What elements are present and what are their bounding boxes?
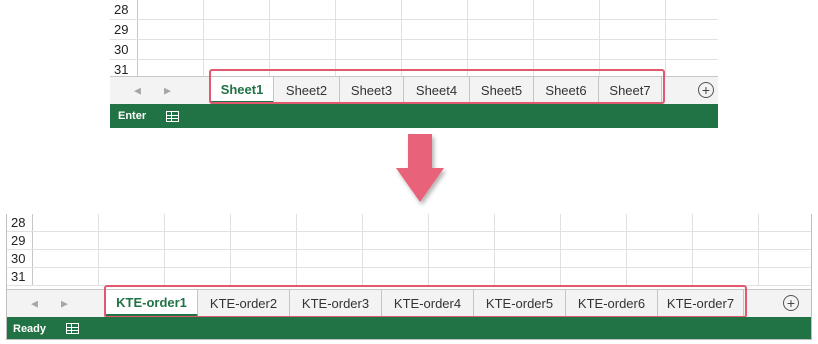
grid-row: 29 [110, 20, 718, 40]
excel-window-after: 28 29 30 31 ◀ ▶ KTE-order1 KTE-order2 KT… [6, 214, 812, 340]
row-header[interactable]: 28 [110, 0, 138, 19]
sheet-tab[interactable]: Sheet3 [340, 77, 404, 104]
column-gridline [494, 214, 495, 286]
sheet-tab[interactable]: KTE-order3 [290, 290, 382, 317]
sheet-tab[interactable]: Sheet4 [404, 77, 470, 104]
status-bar: Enter [110, 104, 718, 128]
row-header[interactable]: 30 [7, 250, 33, 267]
sheet-tab-bar: ◀ ▶ KTE-order1 KTE-order2 KTE-order3 KTE… [7, 289, 811, 317]
sheet-tab-active[interactable]: KTE-order1 [106, 290, 198, 317]
column-gridline [533, 0, 534, 80]
row-header[interactable]: 31 [7, 268, 33, 285]
sheet-tab[interactable]: Sheet5 [470, 77, 534, 104]
column-gridline [164, 214, 165, 286]
column-gridline [98, 214, 99, 286]
sheet-tab[interactable]: Sheet7 [599, 77, 662, 104]
sheet-tab-bar: ◀ ▶ Sheet1 Sheet2 Sheet3 Sheet4 Sheet5 S… [110, 76, 718, 104]
column-gridline [665, 0, 666, 80]
scroll-tabs-right-icon[interactable]: ▶ [164, 85, 171, 96]
column-gridline [230, 214, 231, 286]
new-sheet-button[interactable]: + [698, 82, 714, 98]
column-gridline [692, 214, 693, 286]
sheet-tab[interactable]: Sheet2 [274, 77, 340, 104]
worksheet-grid: 28 29 30 31 [7, 214, 811, 286]
grid-row: 31 [7, 268, 811, 286]
grid-row: 30 [7, 250, 811, 268]
column-gridline [758, 214, 759, 286]
row-header[interactable]: 30 [110, 40, 138, 59]
scroll-tabs-left-icon[interactable]: ◀ [134, 85, 141, 96]
grid-row: 29 [7, 232, 811, 250]
down-arrow-icon [392, 130, 448, 210]
sheet-tab[interactable]: KTE-order5 [474, 290, 566, 317]
sheet-tabs: KTE-order1 KTE-order2 KTE-order3 KTE-ord… [106, 290, 744, 317]
column-gridline [362, 214, 363, 286]
row-header[interactable]: 29 [110, 20, 138, 39]
grid-row: 30 [110, 40, 718, 60]
scroll-tabs-right-icon[interactable]: ▶ [61, 298, 68, 309]
sheet-tabs: Sheet1 Sheet2 Sheet3 Sheet4 Sheet5 Sheet… [211, 77, 662, 104]
column-gridline [599, 0, 600, 80]
column-gridline [401, 0, 402, 80]
sheet-tab[interactable]: KTE-order2 [198, 290, 290, 317]
column-gridline [335, 0, 336, 80]
status-text: Enter [118, 110, 147, 122]
sheet-tab[interactable]: KTE-order6 [566, 290, 658, 317]
scroll-tabs-left-icon[interactable]: ◀ [31, 298, 38, 309]
excel-window-before: 28 29 30 31 ◀ ▶ Sheet1 Sheet2 Sheet3 She… [110, 0, 718, 128]
grid-row: 28 [110, 0, 718, 20]
status-text: Ready [13, 322, 47, 335]
sheet-tab[interactable]: KTE-order7 [658, 290, 744, 317]
column-gridline [626, 214, 627, 286]
sheet-tab[interactable]: Sheet6 [534, 77, 599, 104]
column-gridline [428, 214, 429, 286]
sheet-tab[interactable]: KTE-order4 [382, 290, 474, 317]
sheet-tab-active[interactable]: Sheet1 [211, 77, 274, 104]
new-sheet-button[interactable]: + [783, 295, 799, 311]
page-layout-icon[interactable] [166, 110, 180, 122]
status-bar: Ready [7, 317, 811, 339]
column-gridline [296, 214, 297, 286]
column-gridline [269, 0, 270, 80]
grid-row: 28 [7, 214, 811, 232]
column-gridline [467, 0, 468, 80]
column-gridline [560, 214, 561, 286]
column-gridline [203, 0, 204, 80]
page-layout-icon[interactable] [66, 323, 80, 334]
row-header[interactable]: 28 [7, 214, 33, 231]
row-header[interactable]: 29 [7, 232, 33, 249]
worksheet-grid: 28 29 30 31 [110, 0, 718, 80]
